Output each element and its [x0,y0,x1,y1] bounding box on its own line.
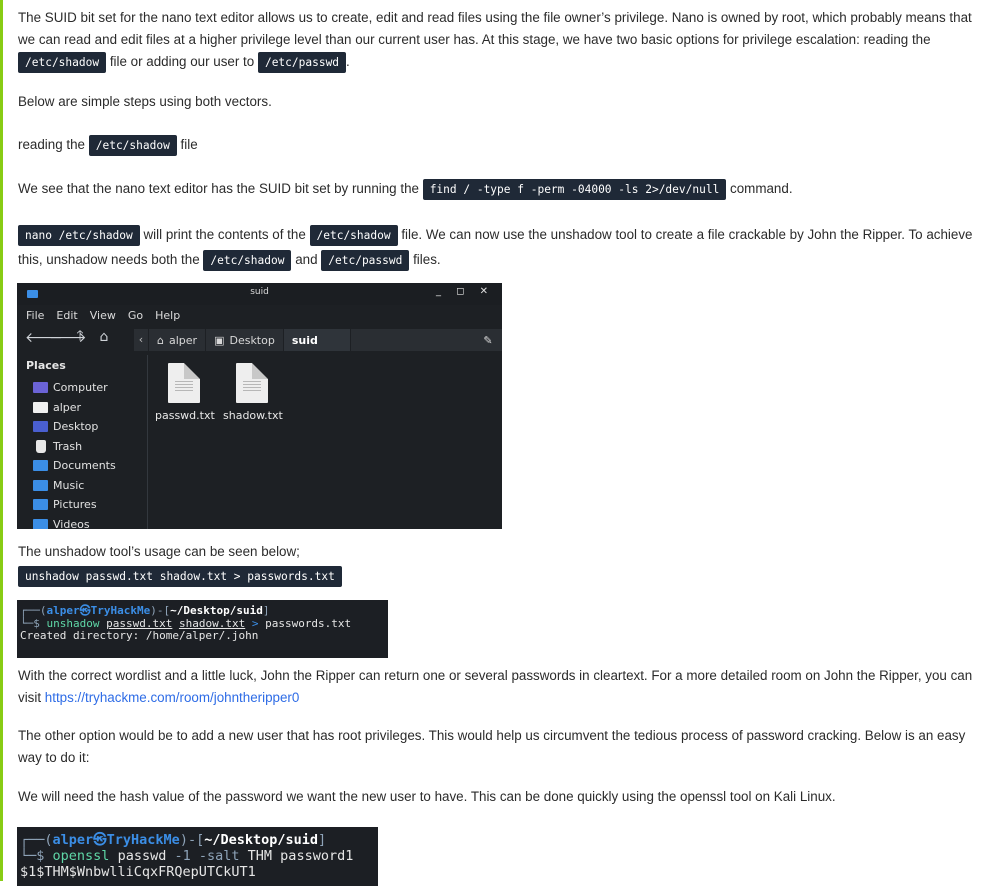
window-title: suid [250,287,269,297]
chevron-right-icon[interactable]: › [499,334,502,347]
text: and [291,252,322,267]
home-icon: ⌂ [157,333,164,347]
text-file-icon [168,363,200,403]
home-folder-icon [33,401,48,413]
john-the-ripper-room-link[interactable]: https://tryhackme.com/room/johntheripper… [45,690,300,705]
text: file [176,137,198,152]
pictures-folder-icon [33,499,48,511]
terminal-unshadow: ┌──(alper㉿TryHackMe)-[~/Desktop/suid] └─… [17,600,388,658]
sidebar-item-label: Computer [53,381,108,395]
inline-code-nano-shadow: nano /etc/shadow [18,225,140,246]
sidebar-item-label: Videos [53,517,90,529]
sidebar-item-label: Desktop [53,420,99,434]
inline-code-etc-shadow: /etc/shadow [18,52,107,73]
inline-code-etc-passwd: /etc/passwd [321,250,410,271]
text: file or adding our user to [106,54,258,69]
desktop-icon [33,421,48,433]
path-segment-suid[interactable]: suid [283,329,351,351]
up-arrow-icon[interactable]: 🡑 [73,325,87,349]
text: command. [726,181,793,196]
inline-code-etc-passwd: /etc/passwd [257,52,347,73]
inline-code-unshadow-command: unshadow passwd.txt shadow.txt > passwor… [18,566,342,587]
file-passwd-txt[interactable]: passwd.txt [155,363,215,422]
command-line: └─$ openssl passwd -1 -salt THM password… [20,848,354,864]
paragraph-suid-intro: The SUID bit set for the nano text edito… [18,7,984,73]
sidebar-item-videos[interactable]: Videos [17,515,147,529]
sidebar-item-label: Trash [53,439,83,453]
sidebar-item-documents[interactable]: Documents [17,456,147,476]
text: We see that the nano text editor has the… [18,181,423,196]
window-controls[interactable]: _ ◻ ✕ [436,286,494,297]
places-heading: Places [26,359,66,372]
text: files. [409,252,441,267]
menu-file[interactable]: File [26,309,44,322]
inline-code-etc-shadow: /etc/shadow [203,250,292,271]
home-icon[interactable]: ⌂ [97,329,111,345]
paragraph-unshadow-usage: The unshadow tool’s usage can be seen be… [18,544,300,559]
path-segment-alper[interactable]: ⌂ alper [149,329,207,351]
code-block-unshadow: unshadow passwd.txt shadow.txt > passwor… [18,565,342,587]
videos-folder-icon [33,518,48,529]
music-folder-icon [33,479,48,491]
sidebar-item-desktop[interactable]: Desktop [17,417,147,437]
sidebar-item-music[interactable]: Music [17,476,147,496]
text-file-icon [236,363,268,403]
menu-bar: File Edit View Go Help [17,305,502,325]
menu-go[interactable]: Go [128,309,143,322]
computer-icon [33,382,48,394]
menu-view[interactable]: View [90,309,116,322]
path-label: Desktop [229,333,275,347]
output-line: Created directory: /home/alper/.john [20,629,259,642]
sidebar-item-label: Documents [53,459,116,473]
prompt-line: ┌──(alper㉿TryHackMe)-[~/Desktop/suid] [20,832,327,848]
text: . [346,54,350,69]
file-name: passwd.txt [155,409,215,422]
paragraph-reading-shadow: reading the /etc/shadow file [18,134,198,156]
menu-edit[interactable]: Edit [56,309,77,322]
forward-arrow-icon[interactable]: 🡒 [49,329,87,346]
sidebar-item-trash[interactable]: Trash [17,437,147,457]
output-line: $1$THM$WnbwlliCqxFRQepUTCkUT1 [20,864,256,880]
paragraph-add-user: The other option would be to add a new u… [18,728,966,765]
path-segment-desktop[interactable]: ▣ Desktop [206,329,284,351]
back-arrow-icon[interactable]: 🡐 [25,329,63,346]
path-label: alper [168,333,198,347]
terminal-openssl: ┌──(alper㉿TryHackMe)-[~/Desktop/suid] └─… [17,827,378,886]
file-grid: passwd.txt shadow.txt [155,363,283,422]
inline-code-etc-shadow: /etc/shadow [88,135,177,156]
sidebar-item-pictures[interactable]: Pictures [17,495,147,515]
inline-code-find-command: find / -type f -perm -04000 -ls 2>/dev/n… [422,179,727,200]
path-label: suid [291,333,318,347]
sidebar-item-label: Music [53,478,85,492]
edit-location-icon[interactable]: ✎ [477,334,499,347]
documents-folder-icon [33,460,48,472]
sidebar-item-computer[interactable]: Computer [17,378,147,398]
paragraph-john-the-ripper: With the correct wordlist and a little l… [18,665,984,709]
places-sidebar: Places Computer alper Desktop Trash Docu… [17,355,148,529]
text: The SUID bit set for the nano text edito… [18,10,972,47]
chevron-left-icon[interactable]: ‹ [134,329,149,351]
menu-help[interactable]: Help [155,309,180,322]
sidebar-item-label: Pictures [53,498,97,512]
accent-bar [0,0,3,881]
text: will print the contents of the [139,227,310,242]
file-shadow-txt[interactable]: shadow.txt [223,363,283,422]
path-bar: ‹ ⌂ alper ▣ Desktop suid ✎ › [134,329,502,351]
file-manager-window: suid _ ◻ ✕ File Edit View Go Help 🡐 🡒 🡑 … [17,283,502,529]
window-titlebar: suid _ ◻ ✕ [17,283,502,305]
desktop-icon: ▣ [214,333,225,347]
sidebar-item-alper[interactable]: alper [17,398,147,418]
inline-code-etc-shadow: /etc/shadow [309,225,398,246]
text: reading the [18,137,89,152]
paragraph-openssl: We will need the hash value of the passw… [18,789,836,804]
sidebar-item-label: alper [53,400,82,414]
paragraph-vectors: Below are simple steps using both vector… [18,94,272,109]
paragraph-nano-shadow: nano /etc/shadow will print the contents… [18,222,984,272]
file-name: shadow.txt [223,409,283,422]
paragraph-find-command: We see that the nano text editor has the… [18,178,793,200]
trash-icon [36,439,46,453]
